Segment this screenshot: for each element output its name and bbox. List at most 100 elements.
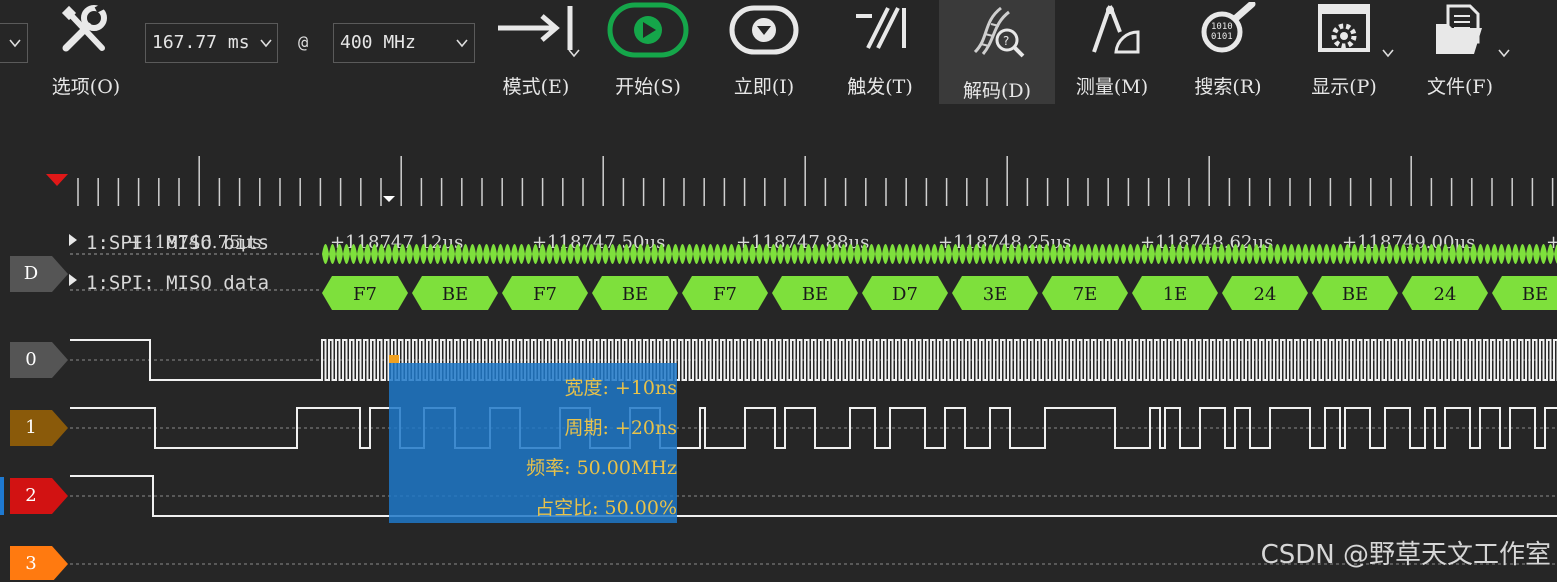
options-label: 选项(O) bbox=[51, 76, 121, 98]
bit-mark bbox=[889, 244, 896, 264]
bit-mark bbox=[1442, 244, 1449, 264]
bit-mark bbox=[1358, 244, 1365, 264]
bit-mark bbox=[1365, 244, 1372, 264]
bit-mark bbox=[329, 244, 336, 264]
bit-mark bbox=[609, 244, 616, 264]
bit-mark bbox=[1288, 244, 1295, 264]
ruler-ticks bbox=[46, 156, 1554, 206]
binary-search-icon: 1010 0101 bbox=[1201, 2, 1256, 53]
bit-mark bbox=[378, 244, 385, 264]
left-partial-select[interactable] bbox=[0, 23, 28, 63]
single-capture-icon bbox=[729, 5, 799, 55]
bit-mark bbox=[1491, 244, 1498, 264]
bit-mark bbox=[945, 244, 952, 264]
bit-mark bbox=[1302, 244, 1309, 264]
display-button[interactable]: 显示(P) bbox=[1298, 0, 1394, 108]
channel-id: 2 bbox=[25, 485, 37, 506]
bit-mark bbox=[371, 244, 378, 264]
bit-mark bbox=[1456, 244, 1463, 264]
arrow-to-line-icon bbox=[498, 6, 573, 50]
bit-mark bbox=[707, 244, 714, 264]
bit-mark bbox=[917, 244, 924, 264]
duration-select[interactable]: 167.77 ms bbox=[145, 23, 278, 63]
expand-arrow-icon[interactable] bbox=[69, 274, 77, 286]
options-button[interactable]: 选项(O) bbox=[40, 0, 132, 108]
bit-mark bbox=[826, 244, 833, 264]
bit-mark bbox=[644, 244, 651, 264]
byte-value: D7 bbox=[892, 284, 918, 305]
measure-button[interactable]: 测量(M) bbox=[1066, 0, 1158, 108]
start-button[interactable]: 开始(S) bbox=[602, 0, 694, 108]
chevron-down-icon bbox=[1382, 49, 1394, 58]
dna-search-icon: ? bbox=[973, 6, 1025, 58]
bit-mark bbox=[1022, 244, 1029, 264]
trigger-icon bbox=[856, 7, 906, 49]
measurement-tooltip: 宽度: +10ns 周期: +20ns 频率: 50.00MHz 占空比: 50… bbox=[389, 363, 677, 523]
svg-text:?: ? bbox=[1003, 34, 1009, 48]
bit-mark bbox=[1197, 244, 1204, 264]
bit-mark bbox=[1316, 244, 1323, 264]
byte-value: BE bbox=[622, 284, 648, 305]
miso-data-label: 1:SPI: MISO data bbox=[86, 272, 270, 294]
watermark: CSDN @野草天文工作室 bbox=[1260, 540, 1551, 570]
miso-bits-waveform[interactable] bbox=[322, 244, 1557, 264]
bit-mark bbox=[1295, 244, 1302, 264]
decode-button[interactable]: ? 解码(D) bbox=[939, 0, 1055, 104]
bit-mark bbox=[392, 244, 399, 264]
bit-mark bbox=[1386, 244, 1393, 264]
bit-mark bbox=[861, 244, 868, 264]
bit-mark bbox=[1141, 244, 1148, 264]
bit-mark bbox=[987, 244, 994, 264]
trigger-marker-icon[interactable] bbox=[46, 174, 68, 186]
byte-value: F7 bbox=[713, 284, 737, 305]
trigger-label: 触发(T) bbox=[847, 76, 913, 98]
bit-mark bbox=[455, 244, 462, 264]
bit-mark bbox=[665, 244, 672, 264]
bit-mark bbox=[896, 244, 903, 264]
folder-icon bbox=[1436, 4, 1482, 54]
search-button[interactable]: 1010 0101 搜索(R) bbox=[1182, 0, 1274, 108]
bit-mark bbox=[1505, 244, 1512, 264]
bit-mark bbox=[1155, 244, 1162, 264]
bit-mark bbox=[1274, 244, 1281, 264]
mode-button[interactable]: 模式(E) bbox=[488, 0, 584, 108]
bit-mark bbox=[819, 244, 826, 264]
immediate-button[interactable]: 立即(I) bbox=[718, 0, 810, 108]
sample-rate-value: 400 MHz bbox=[340, 32, 416, 53]
period-text: 周期: +20ns bbox=[564, 417, 677, 439]
duty-cycle-text: 占空比: 50.00% bbox=[535, 497, 677, 519]
bit-mark bbox=[448, 244, 455, 264]
bit-mark bbox=[1435, 244, 1442, 264]
file-label: 文件(F) bbox=[1426, 76, 1493, 98]
byte-value: 24 bbox=[1254, 284, 1277, 305]
bit-mark bbox=[385, 244, 392, 264]
cursor-marker-icon[interactable] bbox=[383, 196, 395, 202]
bit-mark bbox=[504, 244, 511, 264]
bit-mark bbox=[434, 244, 441, 264]
bit-mark bbox=[1337, 244, 1344, 264]
chevron-down-icon bbox=[260, 39, 272, 48]
file-button[interactable]: 文件(F) bbox=[1414, 0, 1510, 108]
bit-mark bbox=[1330, 244, 1337, 264]
bit-mark bbox=[441, 244, 448, 264]
bit-mark bbox=[1092, 244, 1099, 264]
bit-mark bbox=[770, 244, 777, 264]
expand-arrow-icon[interactable] bbox=[69, 234, 77, 246]
bit-mark bbox=[693, 244, 700, 264]
measure-handle[interactable] bbox=[389, 355, 399, 363]
sample-rate-select[interactable]: 400 MHz bbox=[333, 23, 475, 63]
measure-label: 测量(M) bbox=[1075, 76, 1149, 98]
bit-mark bbox=[1106, 244, 1113, 264]
bit-mark bbox=[406, 244, 413, 264]
bit-mark bbox=[1400, 244, 1407, 264]
bit-mark bbox=[420, 244, 427, 264]
bit-mark bbox=[1540, 244, 1547, 264]
channel-id: 0 bbox=[25, 349, 37, 370]
bit-mark bbox=[1372, 244, 1379, 264]
trigger-button[interactable]: 触发(T) bbox=[834, 0, 926, 108]
byte-value: 7E bbox=[1073, 284, 1098, 305]
bit-mark bbox=[1414, 244, 1421, 264]
bit-mark bbox=[588, 244, 595, 264]
bit-mark bbox=[1218, 244, 1225, 264]
bit-mark bbox=[1225, 244, 1232, 264]
